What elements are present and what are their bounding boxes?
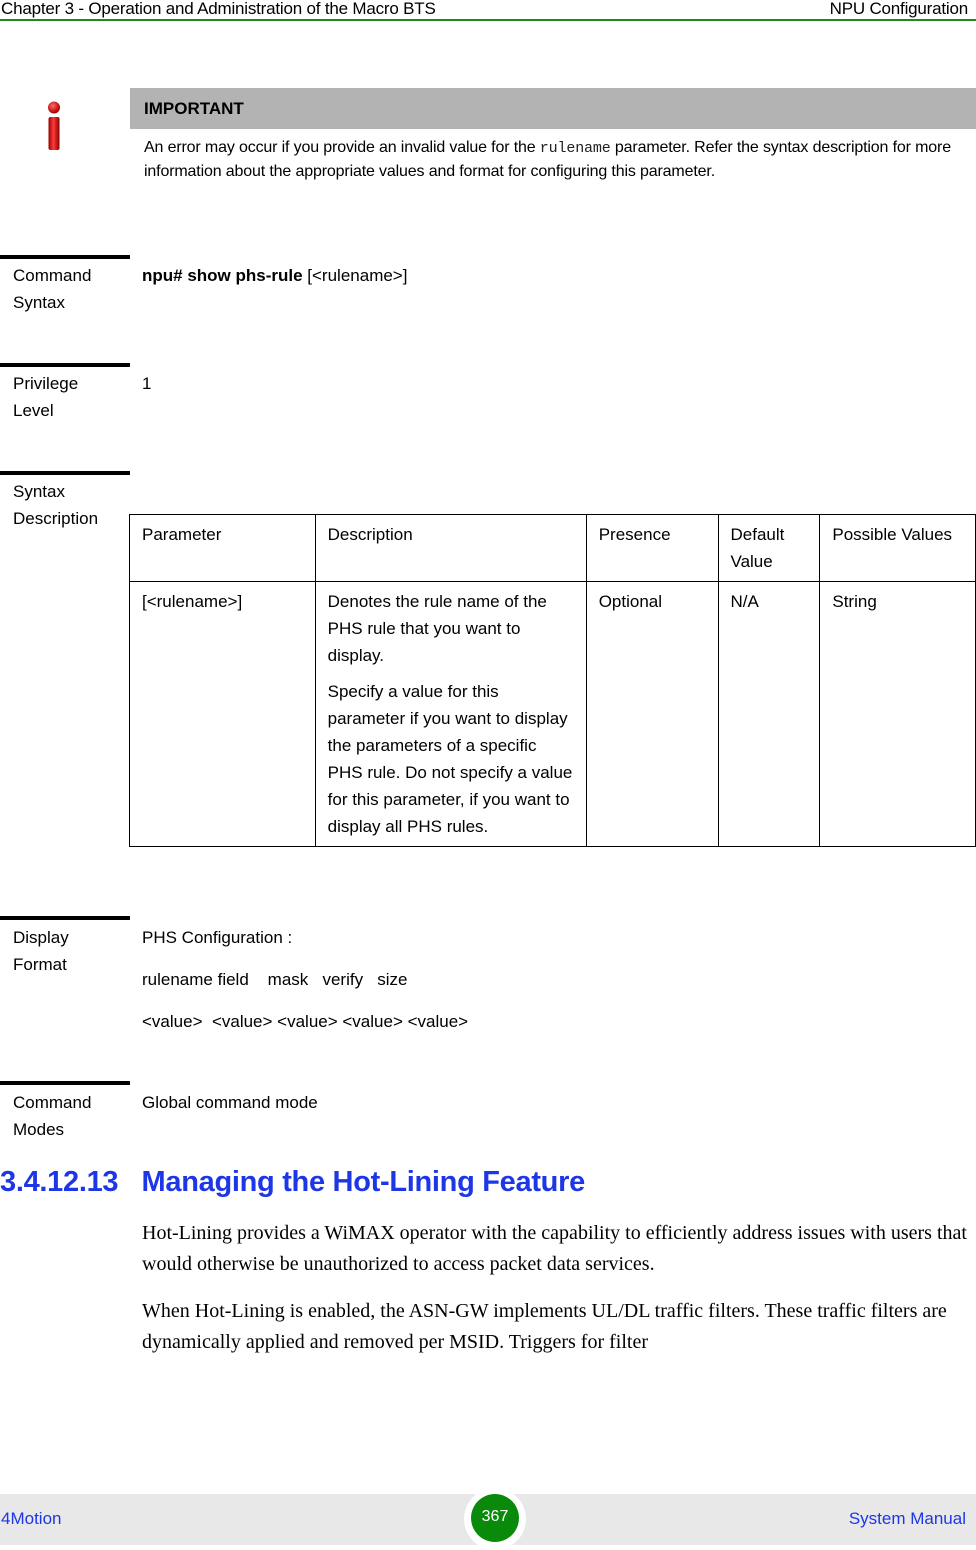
note-title: IMPORTANT [130,88,976,129]
paragraph: When Hot-Lining is enabled, the ASN-GW i… [142,1300,947,1353]
privilege-level-label: Privilege Level [13,374,79,420]
cell-parameter: [<rulename>] [129,581,316,847]
command-modes-value: Global command mode [142,1093,318,1112]
page-number: 367 [471,1494,519,1542]
section-divider [0,363,130,367]
important-note: IMPORTANT An error may occur if you prov… [130,88,976,183]
command-syntax-value: npu# show phs-rule [<rulename>] [142,266,408,285]
section-divider [0,471,130,475]
format-line: rulename field mask verify size [142,970,408,989]
column-header: Default Value [717,514,821,582]
column-header: Possible Values [819,514,976,582]
product-name: 4Motion [1,1509,62,1528]
page-footer: 4Motion 367 System Manual [0,1488,976,1550]
display-format-value: PHS Configuration : rulename field mask … [142,924,468,1050]
syntax-description-label: Syntax Description [13,482,99,528]
section-heading: 3.4.12.13 Managing the Hot-Lining Featur… [0,1166,585,1198]
privilege-level-value: 1 [142,374,152,393]
command-syntax-label: Command Syntax [13,266,92,312]
chapter-title: Chapter 3 - Operation and Administration… [1,0,436,18]
format-line: <value> <value> <value> <value> <value> [142,1012,469,1031]
table-header-row: Parameter Description Presence Default V… [129,514,976,582]
inline-code: rulename [539,140,611,157]
table-row: [<rulename>] Denotes the rule name of th… [129,581,976,847]
cell-presence: Optional [585,581,719,847]
cell-possible-values: String [819,581,976,847]
column-header: Presence [585,514,719,582]
section-divider [0,916,130,920]
section-body: Hot-Lining provides a WiMAX operator wit… [142,1218,972,1374]
section-divider [0,255,130,259]
paragraph: Hot-Lining provides a WiMAX operator wit… [142,1222,967,1275]
command-modes-label: Command Modes [13,1093,92,1139]
cell-description: Denotes the rule name of the PHS rule th… [314,581,587,847]
section-title: NPU Configuration [829,0,969,18]
header-divider [0,19,976,21]
parameter-table: Parameter Description Presence Default V… [129,514,976,847]
info-icon [48,101,60,150]
note-text: An error may occur if you provide an inv… [144,139,951,180]
column-header: Description [314,514,587,582]
section-divider [0,1081,130,1085]
cell-default-value: N/A [717,581,821,847]
format-line: PHS Configuration : [142,928,293,947]
display-format-label: Display Format [13,928,69,974]
column-header: Parameter [129,514,316,582]
manual-name: System Manual [848,1509,966,1528]
